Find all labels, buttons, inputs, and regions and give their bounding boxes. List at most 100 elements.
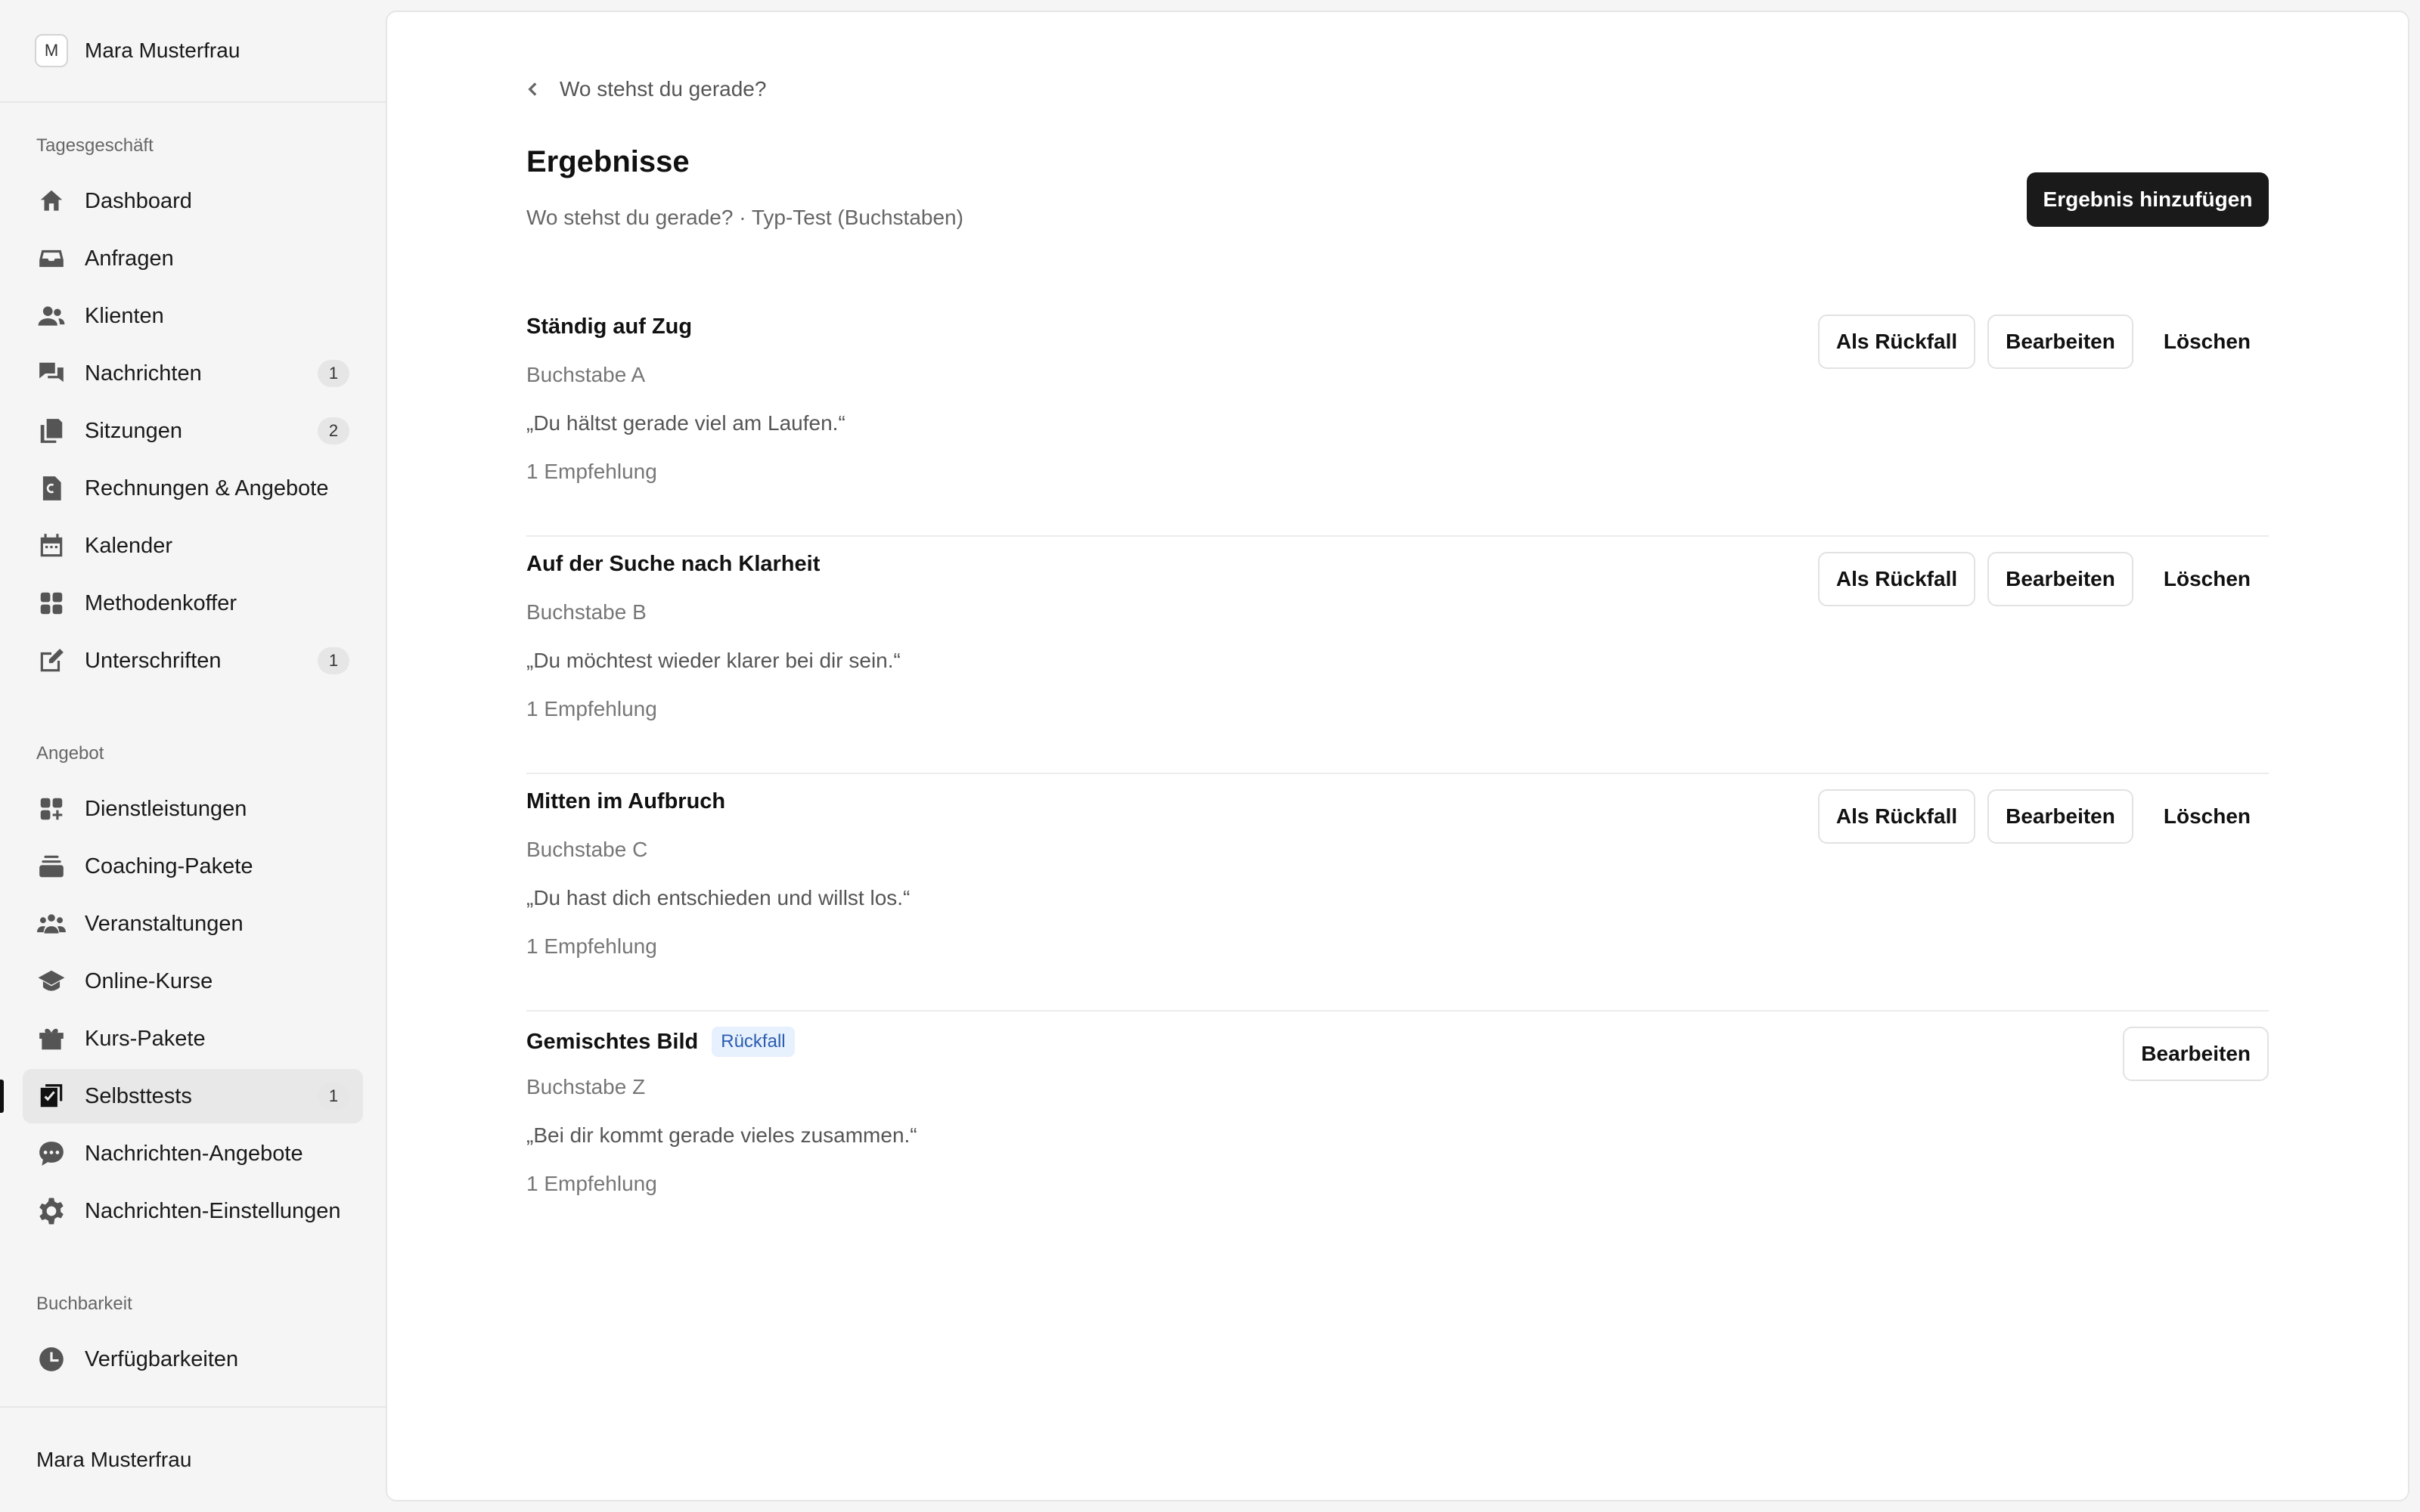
result-letter: Buchstabe Z [526,1075,646,1098]
euro-document-icon [36,473,67,503]
sidebar-item-label: Coaching-Pakete [85,854,253,878]
calendar-icon [36,531,67,561]
checkbox-icon [36,1081,67,1111]
chat-dots-icon [36,1139,67,1169]
sidebar-item-label: Unterschriften [85,648,222,673]
chevron-left-icon [528,82,537,96]
count-badge: 1 [318,647,349,674]
result-actions: Als Rückfall Bearbeiten Löschen [1806,314,2269,369]
sidebar-item-sitzungen[interactable]: Sitzungen 2 [23,404,363,458]
users-icon [36,301,67,331]
result-item: Mitten im Aufbruch Buchstabe C „Du hast … [526,774,2269,1012]
chat-bubbles-icon [36,358,67,389]
grid-icon [36,588,67,618]
result-item: Gemischtes Bild Rückfall Buchstabe Z „Be… [526,1012,2269,1249]
sidebar-item-label: Nachrichten [85,361,202,386]
result-title: Auf der Suche nach Klarheit [526,552,820,577]
inbox-icon [36,243,67,274]
sidebar-item-kalender[interactable]: Kalender [23,519,363,573]
set-fallback-button[interactable]: Als Rückfall [1817,552,1976,606]
sidebar-item-unterschriften[interactable]: Unterschriften 1 [23,634,363,688]
result-letter: Buchstabe B [526,600,647,624]
sidebar-item-rechnungen[interactable]: Rechnungen & Angebote [23,461,363,516]
sidebar: M Mara Musterfrau Tagesgeschäft Dashboar… [0,0,386,1512]
sidebar-item-nachrichten[interactable]: Nachrichten 1 [23,346,363,401]
result-actions: Bearbeiten [2111,1027,2269,1081]
sidebar-item-label: Kalender [85,533,173,558]
delete-button[interactable]: Löschen [2145,789,2269,844]
count-badge: 1 [318,1083,349,1110]
page-subtitle: Wo stehst du gerade? · Typ-Test (Buchsta… [526,206,963,229]
result-actions: Als Rückfall Bearbeiten Löschen [1806,552,2269,606]
section-label-buchbarkeit: Buchbarkeit [36,1294,132,1314]
result-recommendations: 1 Empfehlung [526,460,657,483]
sidebar-item-anfragen[interactable]: Anfragen [23,231,363,286]
sidebar-item-selbsttests[interactable]: Selbsttests 1 [23,1069,363,1123]
sidebar-item-label: Dashboard [85,188,192,213]
result-quote: „Du möchtest wieder klarer bei dir sein.… [526,649,901,672]
clock-icon [36,1344,67,1374]
edit-button[interactable]: Bearbeiten [1987,789,2133,844]
result-title-text: Mitten im Aufbruch [526,789,726,813]
sidebar-item-online-kurse[interactable]: Online-Kurse [23,954,363,1009]
pencil-square-icon [36,646,67,676]
count-badge: 1 [318,360,349,387]
sidebar-user-name: Mara Musterfrau [85,39,240,62]
sidebar-item-label: Dienstleistungen [85,796,247,821]
sidebar-item-nachrichten-angebote[interactable]: Nachrichten-Angebote [23,1126,363,1181]
gift-icon [36,1024,67,1054]
result-quote: „Du hast dich entschieden und willst los… [526,886,911,909]
sidebar-item-label: Sitzungen [85,418,182,443]
set-fallback-button[interactable]: Als Rückfall [1817,789,1976,844]
main-content: Wo stehst du gerade? Ergebnisse Wo stehs… [386,11,2409,1501]
section-label-tagesgeschaeft: Tagesgeschäft [36,135,154,156]
group-icon [36,909,67,939]
page-title: Ergebnisse [526,145,690,178]
sidebar-item-dashboard[interactable]: Dashboard [23,174,363,228]
set-fallback-button[interactable]: Als Rückfall [1817,314,1976,369]
delete-button[interactable]: Löschen [2145,314,2269,369]
graduation-cap-icon [36,966,67,996]
sidebar-item-verfuegbarkeiten[interactable]: Verfügbarkeiten [23,1332,363,1387]
sidebar-item-label: Online-Kurse [85,968,213,993]
result-item: Auf der Suche nach Klarheit Buchstabe B … [526,537,2269,774]
breadcrumb[interactable]: Wo stehst du gerade? [523,77,766,101]
sidebar-item-veranstaltungen[interactable]: Veranstaltungen [23,897,363,951]
add-result-button[interactable]: Ergebnis hinzufügen [2027,172,2269,227]
grid-plus-icon [36,794,67,824]
sidebar-item-kurs-pakete[interactable]: Kurs-Pakete [23,1012,363,1066]
sidebar-nav[interactable]: Tagesgeschäft Dashboard Anfragen Kliente… [0,103,386,1406]
breadcrumb-link[interactable]: Wo stehst du gerade? [560,77,766,101]
result-item: Ständig auf Zug Buchstabe A „Du hältst g… [526,299,2269,537]
result-title-text: Auf der Suche nach Klarheit [526,552,821,576]
gear-icon [36,1196,67,1226]
sidebar-item-klienten[interactable]: Klienten [23,289,363,343]
sidebar-header[interactable]: M Mara Musterfrau [0,0,386,103]
edit-button[interactable]: Bearbeiten [1987,314,2133,369]
sidebar-item-label: Klienten [85,303,164,328]
sidebar-item-label: Veranstaltungen [85,911,244,936]
result-actions: Als Rückfall Bearbeiten Löschen [1806,789,2269,844]
result-title-text: Gemischtes Bild [526,1029,699,1054]
result-title-text: Ständig auf Zug [526,314,693,339]
sidebar-item-dienstleistungen[interactable]: Dienstleistungen [23,782,363,836]
result-letter: Buchstabe C [526,838,648,861]
sidebar-item-label: Methodenkoffer [85,590,237,615]
edit-button[interactable]: Bearbeiten [2123,1027,2269,1081]
sidebar-item-methodenkoffer[interactable]: Methodenkoffer [23,576,363,631]
delete-button[interactable]: Löschen [2145,552,2269,606]
sidebar-item-nachrichten-einstellungen[interactable]: Nachrichten-Einstellungen [23,1184,363,1238]
result-title: Gemischtes Bild Rückfall [526,1027,795,1057]
sidebar-footer-user[interactable]: Mara Musterfrau [0,1406,386,1512]
result-recommendations: 1 Empfehlung [526,934,657,958]
result-quote: „Du hältst gerade viel am Laufen.“ [526,411,845,435]
result-recommendations: 1 Empfehlung [526,1172,657,1195]
count-badge: 2 [318,417,349,445]
sidebar-item-coaching-pakete[interactable]: Coaching-Pakete [23,839,363,894]
active-indicator [0,1080,4,1113]
result-title: Mitten im Aufbruch [526,789,725,814]
home-icon [36,186,67,216]
result-recommendations: 1 Empfehlung [526,697,657,720]
edit-button[interactable]: Bearbeiten [1987,552,2133,606]
avatar[interactable]: M [35,34,68,67]
